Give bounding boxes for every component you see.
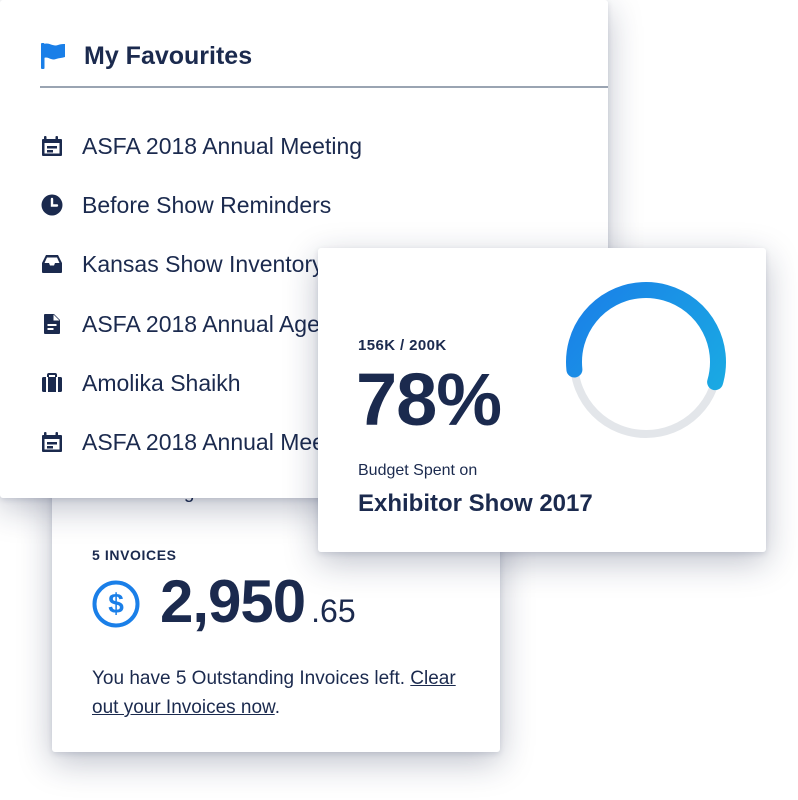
dollar-circle-icon: $ xyxy=(92,580,140,628)
invoices-text-end: . xyxy=(274,697,280,718)
budget-ratio: 156K / 200K xyxy=(358,337,447,354)
budget-card: 156K / 200K 78% Budget Spent on Exhibito… xyxy=(318,248,766,552)
favourite-label: ASFA 2018 Annual Agenda xyxy=(82,310,359,337)
briefcase-icon xyxy=(42,373,62,392)
budget-percent: 78% xyxy=(356,358,502,441)
amount-whole: 2,950 xyxy=(160,568,306,635)
invoices-amount: 2,950.65 xyxy=(160,572,356,632)
favourite-item[interactable]: Before Show Reminders xyxy=(40,185,331,225)
favourite-label: ASFA 2018 Annual Meeting xyxy=(82,132,363,159)
budget-spent-label: Budget Spent on xyxy=(358,462,478,479)
favourite-label: Amolika Shaikh xyxy=(82,369,241,396)
invoices-text: You have 5 Outstanding Invoices left. xyxy=(92,668,411,689)
svg-text:$: $ xyxy=(108,588,124,619)
favourite-item[interactable]: Kansas Show Inventory xyxy=(40,244,324,284)
document-icon xyxy=(44,314,60,334)
inbox-icon xyxy=(42,255,62,273)
ring-progress xyxy=(566,282,727,442)
favourite-label: Before Show Reminders xyxy=(82,191,332,218)
favourite-label: Kansas Show Inventory xyxy=(82,250,324,277)
favourites-header: My Favourites xyxy=(40,38,608,88)
invoices-count: 5 INVOICES xyxy=(92,547,177,563)
amount-cents: .65 xyxy=(311,593,356,629)
favourite-item[interactable]: ASFA 2018 Annual Meeting xyxy=(40,126,362,166)
favourites-title: My Favourites xyxy=(84,42,253,70)
favourite-item[interactable]: ASFA 2018 Annual Meeting xyxy=(40,422,362,462)
budget-show-name: Exhibitor Show 2017 xyxy=(358,490,593,517)
flag-icon xyxy=(41,43,65,69)
favourite-item[interactable]: ASFA 2018 Annual Agenda xyxy=(40,304,358,344)
calendar-icon xyxy=(42,432,62,452)
budget-progress-ring xyxy=(566,282,727,442)
favourite-item[interactable]: Amolika Shaikh xyxy=(40,363,241,403)
invoices-description: You have 5 Outstanding Invoices left. Cl… xyxy=(92,664,472,722)
calendar-icon xyxy=(42,136,62,156)
clock-icon xyxy=(41,194,63,216)
